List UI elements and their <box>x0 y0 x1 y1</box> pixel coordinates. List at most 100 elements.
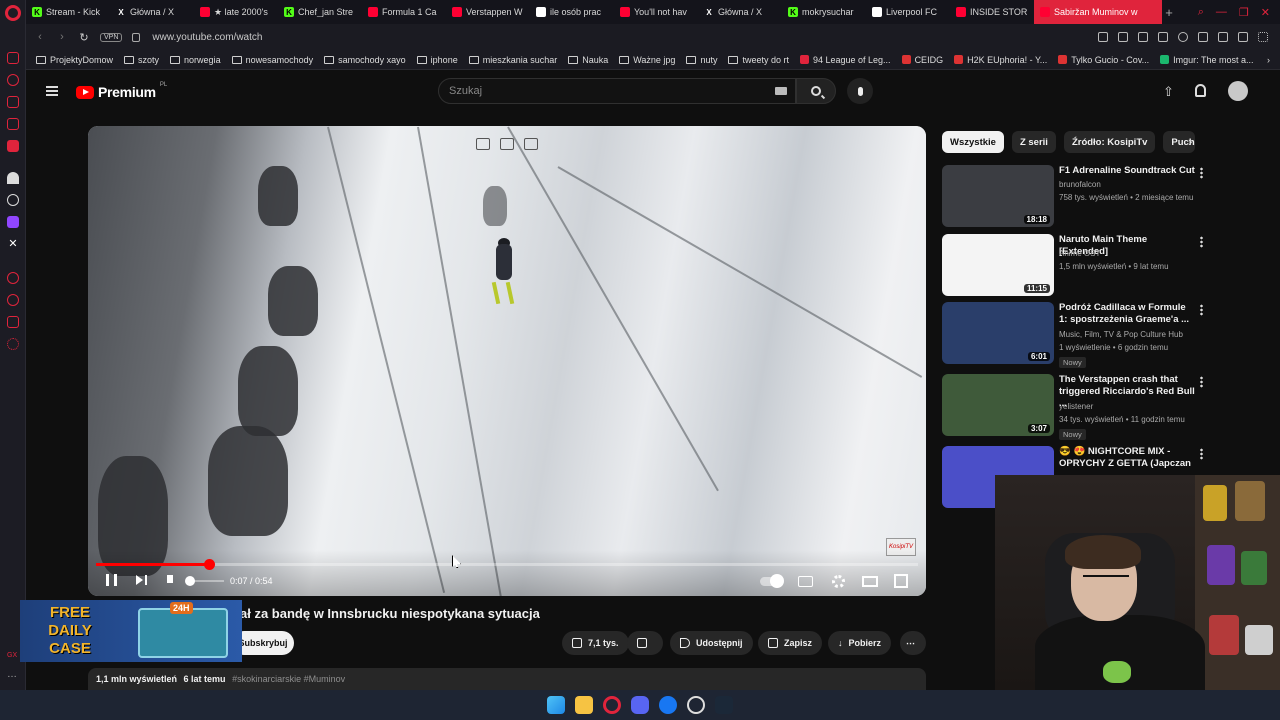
minimize-icon[interactable]: — <box>1216 6 1227 19</box>
discord-icon[interactable] <box>631 696 649 714</box>
sidebar-clock-icon[interactable] <box>7 294 19 306</box>
channel-name[interactable]: brunofalcon <box>1059 180 1101 189</box>
filter-chip[interactable]: Wszystkie <box>942 131 1004 153</box>
filter-chip[interactable]: Źródło: KosipiTv <box>1063 131 1156 153</box>
download-button[interactable]: ↓ Pobierz <box>828 631 892 655</box>
bookmark-item[interactable]: iphone <box>416 55 458 65</box>
sidebar-player-icon[interactable] <box>7 272 19 284</box>
sidebar-news-icon[interactable] <box>7 52 19 64</box>
like-button[interactable]: 7,1 tys. <box>562 631 629 655</box>
maximize-icon[interactable]: ❐ <box>1239 6 1249 19</box>
hashtags[interactable]: #skokinarciarskie #Muminov <box>232 674 345 684</box>
bookmark-item[interactable]: Tylko Gucio - Cov... <box>1058 55 1149 65</box>
bookmark-item[interactable]: szoty <box>124 55 159 65</box>
keyboard-icon[interactable] <box>775 87 787 95</box>
sidebar-gmail-icon[interactable] <box>7 140 19 152</box>
channel-name[interactable]: yelistener <box>1059 402 1093 411</box>
recommended-video[interactable]: 18:18 F1 Adrenaline Soundtrack Cut brunofa… <box>942 165 1212 229</box>
browser-tab[interactable]: K Stream - Kick <box>26 0 110 24</box>
browser-tab[interactable]: Kmokrysuchar <box>782 0 866 24</box>
sidebar-extensions-icon[interactable] <box>7 316 19 328</box>
browser-tab[interactable]: Verstappen W <box>446 0 530 24</box>
steam-icon[interactable] <box>715 696 733 714</box>
avatar[interactable] <box>1228 81 1248 101</box>
easy-files-icon[interactable] <box>1218 32 1228 42</box>
video-thumbnail[interactable]: 18:18 <box>942 165 1054 227</box>
pin-icon[interactable] <box>1098 32 1108 42</box>
voice-search-button[interactable] <box>847 78 873 104</box>
recommended-video[interactable]: 3:07 The Verstappen crash that triggered … <box>942 374 1212 440</box>
save-button[interactable]: Zapisz <box>758 631 823 655</box>
theater-mode-icon[interactable] <box>862 576 878 587</box>
vpn-badge[interactable]: VPN <box>100 32 123 42</box>
tab-search-icon[interactable]: ⌕ <box>1198 6 1204 19</box>
video-player[interactable]: KosipiTV 0:07 / 0:54 <box>88 126 926 596</box>
settings-gear-icon[interactable] <box>832 575 845 588</box>
bookmark-item[interactable]: norwegia <box>170 55 221 65</box>
obs-icon[interactable] <box>687 696 705 714</box>
notifications-bell-icon[interactable] <box>1195 84 1206 97</box>
browser-tab[interactable]: ile osób prac <box>530 0 614 24</box>
share-button[interactable]: Udostępnij <box>670 631 753 655</box>
dislike-button[interactable] <box>627 631 663 655</box>
close-icon[interactable]: ✕ <box>1261 6 1270 19</box>
fullscreen-icon[interactable] <box>894 574 908 588</box>
channel-name[interactable]: Music, Film, TV & Pop Culture Hub <box>1059 330 1183 339</box>
opera-gx-icon[interactable] <box>603 696 621 714</box>
more-vert-icon[interactable] <box>1200 448 1203 460</box>
youtube-logo[interactable]: Premium PL <box>76 82 167 100</box>
messenger-icon[interactable] <box>659 696 677 714</box>
more-vert-icon[interactable] <box>1200 304 1203 316</box>
bookmark-item[interactable]: nuty <box>686 55 717 65</box>
browser-tab[interactable]: K Chef_jan Stre <box>278 0 362 24</box>
url-field[interactable]: www.youtube.com/watch <box>152 32 262 43</box>
back-icon[interactable]: ‹ <box>34 31 46 43</box>
hamburger-menu-icon[interactable] <box>46 86 58 96</box>
next-button[interactable] <box>136 575 143 585</box>
sidebar-messenger-icon[interactable] <box>7 118 19 130</box>
video-thumbnail[interactable]: 6:01 <box>942 302 1054 364</box>
play-icon[interactable] <box>1158 32 1168 42</box>
bookmark-item[interactable]: tweety do rt <box>728 55 789 65</box>
sidebar-history-icon[interactable] <box>7 74 19 86</box>
bookmark-item[interactable]: H2K EUphoria! - Y... <box>954 55 1047 65</box>
sidebar-twitch-icon[interactable] <box>7 216 19 228</box>
browser-tab[interactable]: ★ late 2000's <box>194 0 278 24</box>
more-vert-icon[interactable] <box>1200 167 1203 179</box>
recommended-title[interactable]: F1 Adrenaline Soundtrack Cut <box>1059 165 1195 177</box>
bookmark-item[interactable]: 94 League of Leg... <box>799 55 891 65</box>
volume-icon[interactable] <box>167 575 173 583</box>
browser-tab[interactable]: Formula 1 Ca <box>362 0 446 24</box>
recommended-video[interactable]: 6:01 Podróż Cadillaca w Formule 1: spostr… <box>942 302 1212 368</box>
bookmark-item[interactable]: Imgur: The most a... <box>1160 55 1254 65</box>
bookmark-item[interactable]: mieszkania suchar <box>468 55 557 65</box>
upload-icon[interactable]: ⇧ <box>1163 84 1174 100</box>
sidebar-chatgpt-icon[interactable] <box>7 194 19 206</box>
browser-tab[interactable]: Sabiržan Muminov w <box>1034 0 1162 24</box>
browser-tab[interactable]: Liverpool FC <box>866 0 950 24</box>
progress-bar[interactable] <box>96 559 918 570</box>
browser-tab[interactable]: X Główna / X <box>110 0 194 24</box>
skip-icon[interactable] <box>524 138 538 150</box>
pause-button[interactable] <box>106 574 117 586</box>
extensions-icon[interactable] <box>1198 32 1208 42</box>
snapshot-icon[interactable] <box>1118 32 1128 42</box>
bookmark-item[interactable]: nowesamochody <box>231 55 313 65</box>
browser-tab[interactable]: INSIDE STOR <box>950 0 1034 24</box>
sidebar-x-icon[interactable]: ✕ <box>7 238 19 250</box>
lock-icon[interactable] <box>132 32 141 42</box>
chevron-right-icon[interactable]: › <box>1188 134 1192 149</box>
bookmark-item[interactable]: Ważne jpg <box>619 55 675 65</box>
download-icon[interactable] <box>1238 32 1248 42</box>
ad-banner[interactable]: FREE DAILY CASE 24H <box>20 600 242 662</box>
reload-icon[interactable]: ↻ <box>78 31 90 44</box>
bookmark-item[interactable]: samochody xayo <box>324 55 406 65</box>
new-tab-button[interactable]: + <box>1162 0 1176 24</box>
bookmark-item[interactable]: Nauka <box>568 55 608 65</box>
volume-knob[interactable] <box>184 576 195 586</box>
sidebar-gx-icon[interactable]: GX <box>7 652 19 664</box>
video-thumbnail[interactable]: 3:07 <box>942 374 1054 436</box>
browser-tab[interactable]: You'll not hav <box>614 0 698 24</box>
filter-chip[interactable]: Z serii <box>1011 131 1056 153</box>
recommended-title[interactable]: Podróż Cadillaca w Formule 1: spostrzeże… <box>1059 302 1195 326</box>
